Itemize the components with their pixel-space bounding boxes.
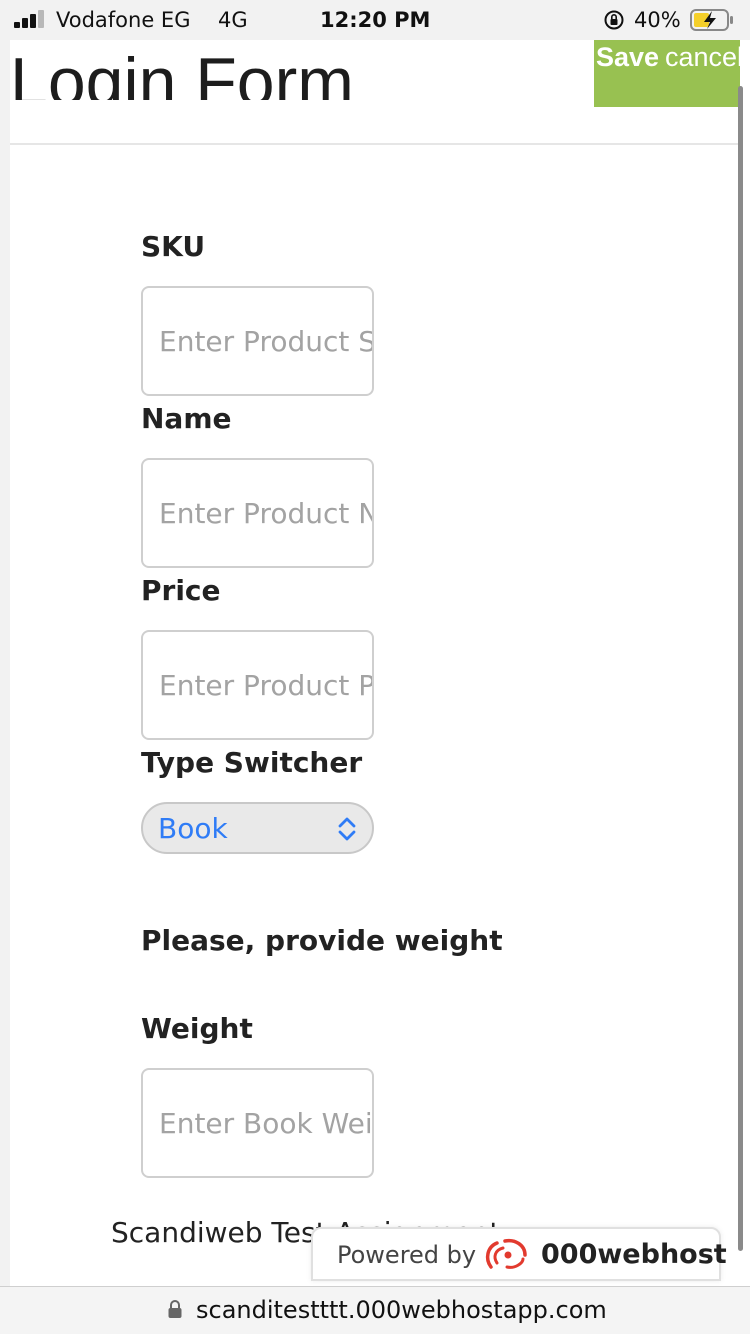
left-gutter xyxy=(0,40,10,1286)
signal-strength-icon xyxy=(14,10,48,28)
sku-input[interactable] xyxy=(141,286,374,396)
save-button[interactable]: Save xyxy=(596,42,659,73)
battery-percent: 40% xyxy=(634,8,681,32)
type-switcher-label: Type Switcher xyxy=(141,746,363,779)
type-switcher-value: Book xyxy=(158,812,228,845)
page-scrollbar[interactable] xyxy=(738,86,743,1251)
page-title: Login Form xyxy=(10,44,354,100)
carrier-name: Vodafone EG xyxy=(56,8,191,32)
cancel-button[interactable]: cancel xyxy=(665,42,740,73)
weight-hint: Please, provide weight xyxy=(141,924,503,957)
name-input[interactable] xyxy=(141,458,374,568)
price-label: Price xyxy=(141,574,221,607)
weight-label: Weight xyxy=(141,1012,253,1045)
powered-by-text: Powered by xyxy=(337,1241,477,1269)
header-divider xyxy=(10,143,740,145)
hosting-badge[interactable]: Powered by 000webhost xyxy=(311,1227,727,1281)
browser-url-bar[interactable]: scanditestttt.000webhostapp.com xyxy=(0,1286,750,1334)
name-label: Name xyxy=(141,402,232,435)
network-type: 4G xyxy=(218,8,248,32)
sku-label: SKU xyxy=(141,230,206,263)
type-switcher-select[interactable]: Book xyxy=(141,802,374,854)
secure-lock-icon xyxy=(168,1300,182,1318)
battery-charging-icon xyxy=(690,9,733,31)
orientation-lock-icon xyxy=(604,10,624,30)
webhost-brand: 000webhost xyxy=(541,1239,727,1270)
header-actions: Save cancel xyxy=(594,40,740,107)
webhost-logo-icon xyxy=(485,1238,527,1269)
price-input[interactable] xyxy=(141,630,374,740)
status-bar: Vodafone EG 4G 12:20 PM 40% xyxy=(0,0,750,40)
select-chevron-icon xyxy=(338,817,356,841)
clock: 12:20 PM xyxy=(320,8,431,32)
url-text: scanditestttt.000webhostapp.com xyxy=(196,1296,607,1324)
header: Login Form xyxy=(0,40,600,100)
weight-input[interactable] xyxy=(141,1068,374,1178)
